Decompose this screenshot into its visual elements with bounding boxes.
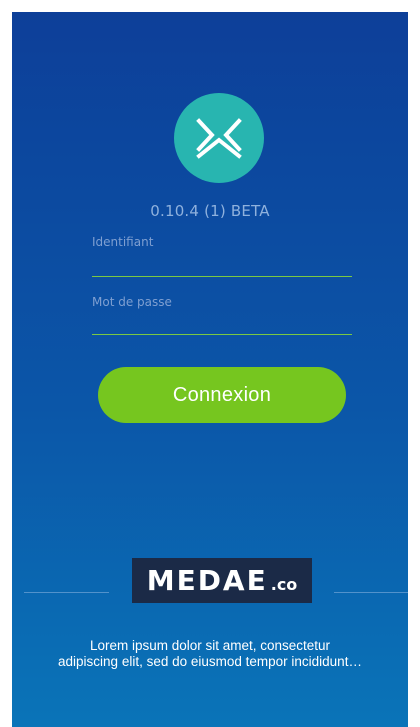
divider-right xyxy=(334,592,408,593)
brand-logo: MEDAE .co xyxy=(132,558,312,603)
password-input[interactable] xyxy=(92,312,352,335)
username-input[interactable] xyxy=(92,254,352,277)
password-label: Mot de passe xyxy=(92,295,172,309)
divider-left xyxy=(24,592,109,593)
description-text: Lorem ipsum dolor sit amet, consectetur … xyxy=(42,638,378,670)
mx-logo-icon xyxy=(196,118,242,159)
login-button[interactable]: Connexion xyxy=(98,367,346,423)
description-line-1: Lorem ipsum dolor sit amet, consectetur xyxy=(89,638,331,653)
app-logo xyxy=(174,93,264,183)
login-screen: 0.10.4 (1) BETA Identifiant Mot de passe… xyxy=(12,12,408,727)
brand-suffix: .co xyxy=(270,575,298,594)
app-version: 0.10.4 (1) BETA xyxy=(150,202,270,220)
description-line-2: adipiscing elit, sed do eiusmod tempor i… xyxy=(58,654,362,669)
brand-name: MEDAE xyxy=(146,564,268,597)
username-label: Identifiant xyxy=(92,235,154,249)
